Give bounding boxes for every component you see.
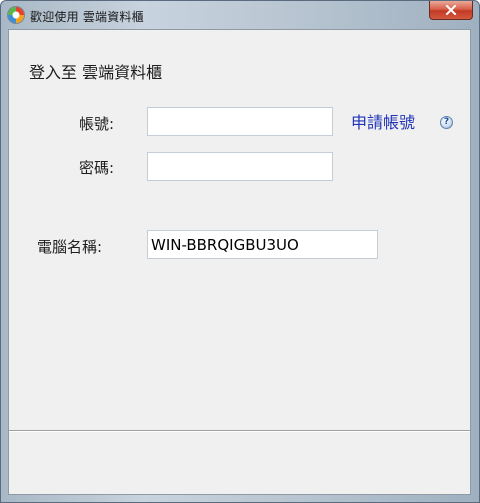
password-label: 密碼: [79, 159, 115, 177]
login-heading: 登入至 雲端資料櫃 [29, 63, 163, 82]
password-input[interactable] [147, 152, 333, 181]
app-logo-icon [8, 7, 24, 23]
login-window: 歡迎使用 雲端資料櫃 登入至 雲端資料櫃 帳號: 申請帳號 ? 密碼: 電腦名稱… [0, 0, 480, 503]
computer-name-input[interactable] [147, 230, 378, 259]
apply-account-link[interactable]: 申請帳號 [351, 109, 415, 133]
footer-divider [9, 430, 470, 432]
username-label: 帳號: [79, 115, 115, 133]
username-input[interactable] [147, 107, 333, 136]
help-icon[interactable]: ? [440, 116, 453, 129]
computer-name-label: 電腦名稱: [37, 238, 103, 256]
login-panel: 登入至 雲端資料櫃 帳號: 申請帳號 ? 密碼: 電腦名稱: [8, 29, 471, 495]
window-title: 歡迎使用 雲端資料櫃 [30, 10, 144, 24]
title-bar[interactable]: 歡迎使用 雲端資料櫃 [1, 1, 479, 29]
close-icon [445, 5, 457, 15]
close-button[interactable] [429, 1, 473, 20]
